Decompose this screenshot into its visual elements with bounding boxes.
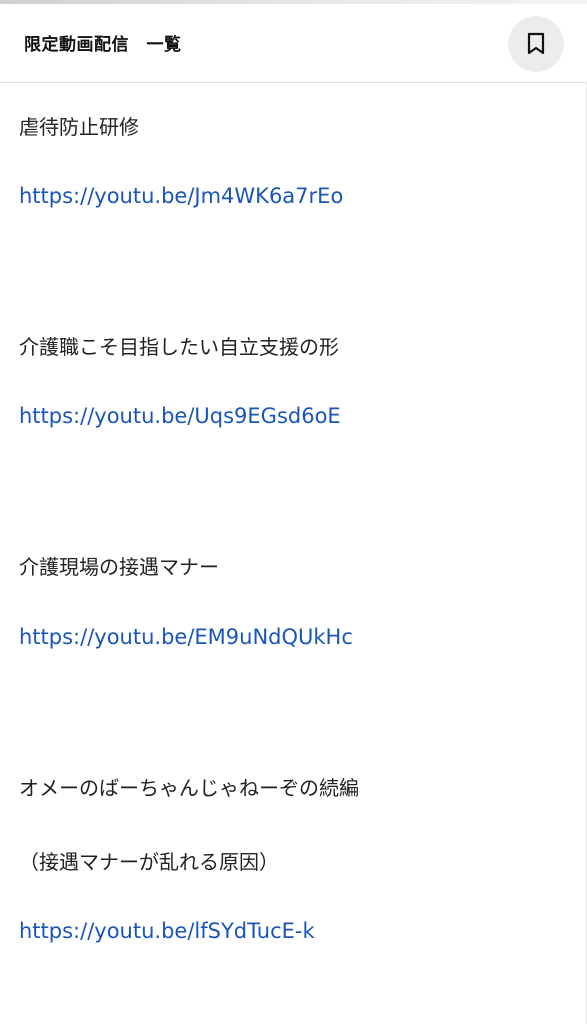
page-header: 限定動画配信 一覧 [0, 4, 587, 83]
bookmark-button[interactable] [508, 16, 564, 72]
entry-title: 介護現場の接遇マナー [19, 555, 219, 579]
entry-title: 虐待防止研修 [19, 115, 139, 139]
entry-subtitle: （接遇マナーが乱れる原因） [19, 850, 279, 874]
entry-link[interactable]: https://youtu.be/Uqs9EGsd6oE [19, 404, 341, 428]
entry-title: オメーのばーちゃんじゃねーぞの続編 [19, 776, 359, 800]
page-title: 限定動画配信 一覧 [24, 35, 182, 55]
entry-title: 介護職こそ目指したい自立支援の形 [19, 335, 339, 359]
entry-link[interactable]: https://youtu.be/Jm4WK6a7rEo [19, 184, 343, 208]
entry-link[interactable]: https://youtu.be/EM9uNdQUkHc [19, 625, 353, 649]
bookmark-icon [526, 32, 546, 56]
entry-link[interactable]: https://youtu.be/lfSYdTucE-k [19, 919, 315, 943]
